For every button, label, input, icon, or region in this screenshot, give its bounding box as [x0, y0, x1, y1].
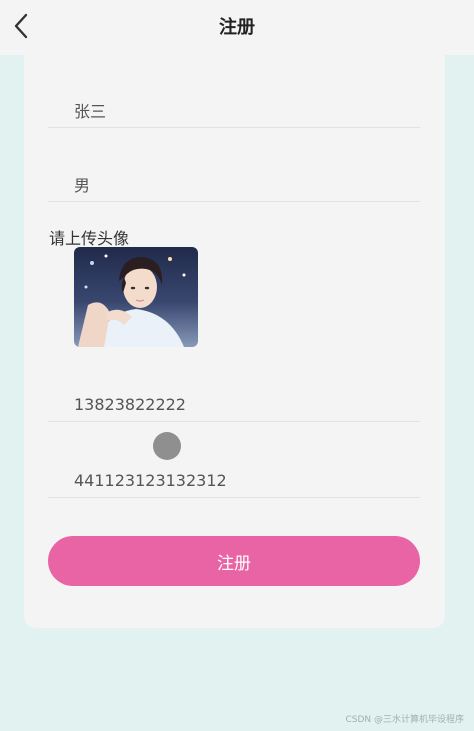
avatar-photo: [74, 247, 198, 347]
name-field: [48, 91, 420, 128]
touch-cursor-indicator: [153, 432, 181, 460]
phone-input[interactable]: [74, 389, 404, 419]
gender-field: [48, 165, 420, 202]
id-number-field: [48, 461, 420, 498]
page-title: 注册: [219, 17, 255, 38]
avatar-upload-image[interactable]: [74, 247, 198, 347]
avatar-upload-label: 请上传头像: [49, 229, 130, 248]
phone-field: [48, 385, 420, 422]
id-number-input[interactable]: [74, 465, 404, 495]
gender-input[interactable]: [74, 169, 404, 199]
top-nav-bar: 注册: [0, 0, 474, 55]
name-input[interactable]: [74, 95, 404, 125]
register-form-card: 请上传头像: [24, 52, 445, 628]
watermark: CSDN @三水计算机毕设程序: [345, 715, 464, 725]
register-submit-button[interactable]: 注册: [48, 536, 420, 586]
